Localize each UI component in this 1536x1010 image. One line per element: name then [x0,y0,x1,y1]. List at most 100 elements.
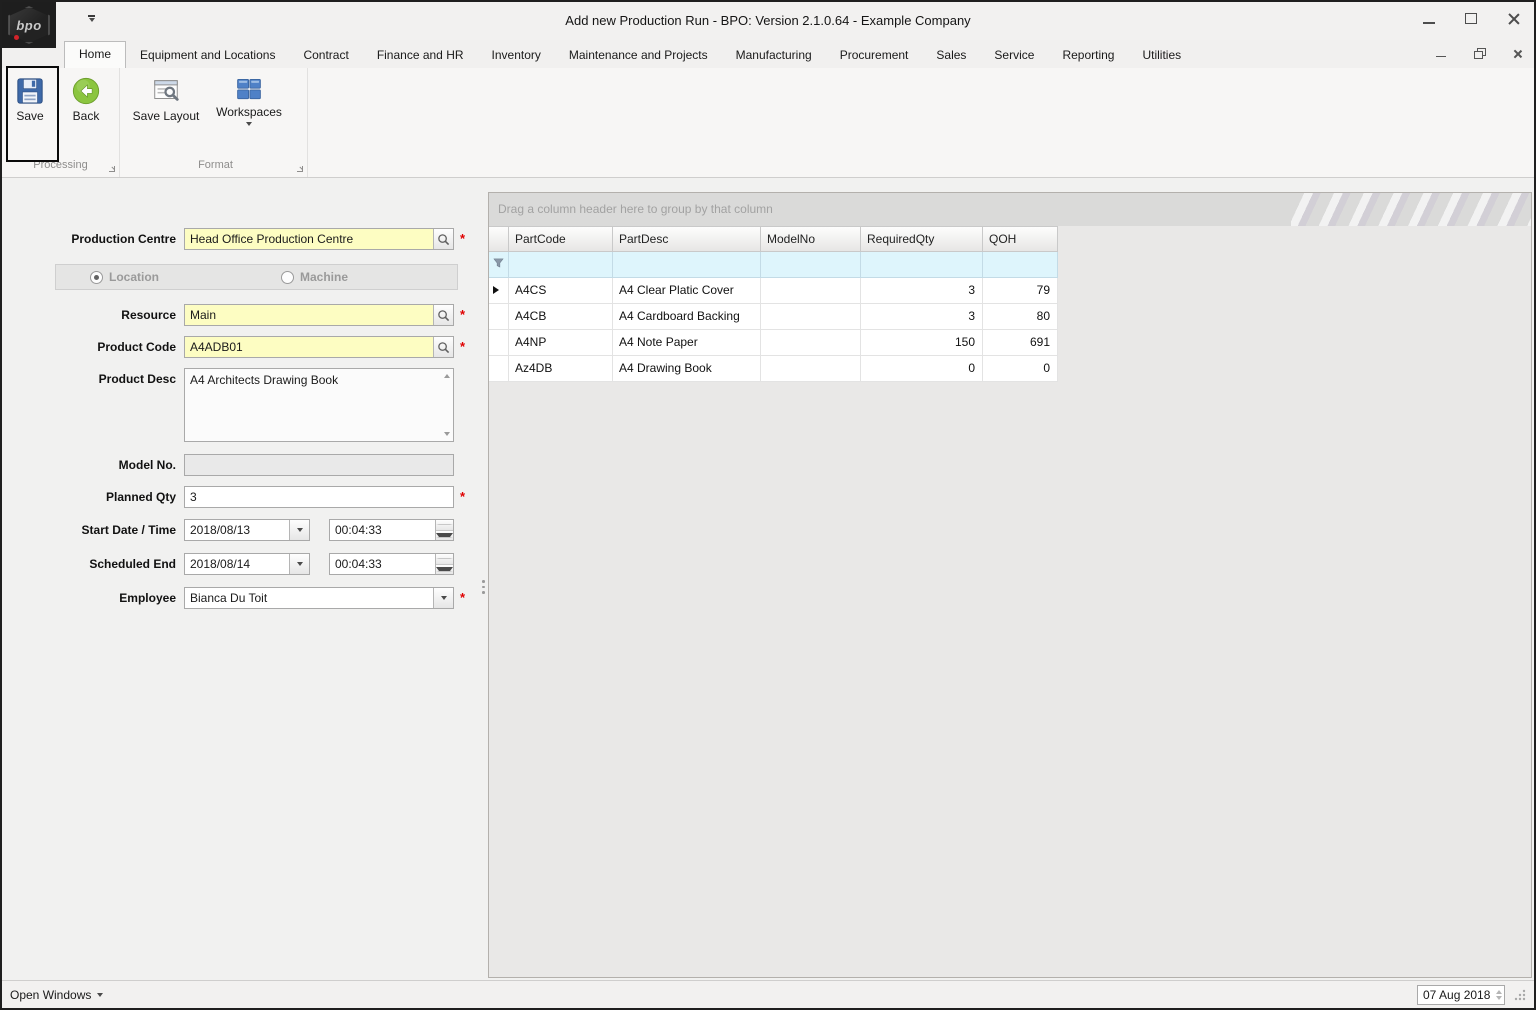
search-icon [438,309,450,321]
close-button[interactable] [1507,12,1520,25]
column-header-modelno[interactable]: ModelNo [761,226,861,252]
search-icon [438,233,450,245]
planned-qty-input[interactable]: 3 [184,486,454,508]
content-area: Production Centre Head Office Production… [2,178,1534,980]
minimize-button[interactable] [1423,21,1435,24]
end-time-spinner[interactable]: 00:04:33 [329,553,454,575]
product-code-lookup-button[interactable] [433,337,453,357]
filter-icon-cell [489,252,509,278]
product-desc-label: Product Desc [98,372,176,386]
resource-input[interactable]: Main [184,304,454,326]
table-row[interactable]: Az4DB A4 Drawing Book 0 0 [489,356,1058,382]
back-button[interactable]: Back [58,71,114,123]
dropdown-icon[interactable] [289,520,309,540]
scroll-down-icon[interactable] [444,432,450,436]
cell-partcode: A4CS [509,278,613,304]
spinner-down-icon[interactable] [436,564,453,574]
tab-service[interactable]: Service [980,42,1048,68]
current-row-icon [493,286,499,294]
start-date-select[interactable]: 2018/08/13 [184,519,310,541]
logo-text: bpo [16,17,42,33]
panel-splitter[interactable] [480,574,487,600]
radio-selected-icon [90,270,103,284]
column-header-partcode[interactable]: PartCode [509,226,613,252]
save-layout-button-label: Save Layout [132,109,200,123]
row-indicator [489,304,509,330]
required-asterisk: * [460,489,466,504]
filter-cell-requiredqty[interactable] [861,252,983,278]
open-windows-button[interactable]: Open Windows [10,988,104,1002]
date-spinner-up-icon[interactable] [1496,989,1502,994]
filter-cell-partdesc[interactable] [613,252,761,278]
scroll-up-icon[interactable] [444,374,450,378]
maximize-button[interactable] [1465,13,1477,24]
tab-inventory[interactable]: Inventory [478,42,555,68]
resource-lookup-button[interactable] [433,305,453,325]
spinner-up-icon[interactable] [436,554,453,565]
status-date-value: 07 Aug 2018 [1423,987,1491,1002]
dialog-launcher-icon[interactable] [296,165,303,172]
dropdown-icon[interactable] [433,588,453,608]
group-by-hint: Drag a column header here to group by th… [498,202,773,216]
required-asterisk: * [460,339,466,354]
parts-grid: Drag a column header here to group by th… [488,192,1532,978]
column-header-qoh[interactable]: QOH [983,226,1058,252]
tab-reporting[interactable]: Reporting [1048,42,1128,68]
status-date-field[interactable]: 07 Aug 2018 [1417,984,1505,1005]
tab-manufacturing[interactable]: Manufacturing [722,42,826,68]
workspaces-button[interactable]: Workspaces [208,71,290,126]
tab-sales[interactable]: Sales [922,42,980,68]
cell-modelno [761,304,861,330]
spinner-up-icon[interactable] [436,520,453,531]
model-no-input[interactable] [184,454,454,476]
dialog-launcher-icon[interactable] [108,165,115,172]
group-by-panel[interactable]: Drag a column header here to group by th… [489,193,1531,226]
machine-radio[interactable]: Machine [281,270,348,284]
status-bar: Open Windows 07 Aug 2018 [2,980,1534,1008]
production-centre-label: Production Centre [71,232,176,246]
save-button[interactable]: Save [2,71,58,123]
tab-home[interactable]: Home [64,41,127,68]
document-restore-button[interactable] [1474,48,1486,59]
product-desc-textarea[interactable]: A4 Architects Drawing Book [184,368,454,442]
workspaces-dropdown-icon[interactable] [246,122,252,126]
cell-modelno [761,278,861,304]
title-bar: bpo Add new Production Run - BPO: Versio… [2,2,1534,48]
tab-utilities[interactable]: Utilities [1128,42,1195,68]
filter-cell-partcode[interactable] [509,252,613,278]
document-close-button[interactable] [1513,49,1522,58]
employee-select[interactable]: Bianca Du Toit [184,587,454,609]
scheduled-end-label: Scheduled End [89,557,176,571]
cell-qoh: 80 [983,304,1058,330]
document-minimize-button[interactable] [1436,55,1446,58]
production-centre-lookup-button[interactable] [433,229,453,249]
cell-partdesc: A4 Drawing Book [613,356,761,382]
production-centre-input[interactable]: Head Office Production Centre [184,228,454,250]
filter-cell-qoh[interactable] [983,252,1058,278]
dropdown-icon[interactable] [289,554,309,574]
start-time-spinner[interactable]: 00:04:33 [329,519,454,541]
resize-grip-icon[interactable] [1513,988,1526,1001]
end-date-select[interactable]: 2018/08/14 [184,553,310,575]
location-radio[interactable]: Location [90,270,159,284]
product-code-input[interactable]: A4ADB01 [184,336,454,358]
save-layout-button[interactable]: Save Layout [124,71,208,123]
table-row[interactable]: A4CS A4 Clear Platic Cover 3 79 [489,278,1058,304]
filter-cell-modelno[interactable] [761,252,861,278]
cell-partcode: Az4DB [509,356,613,382]
resource-label: Resource [121,308,176,322]
table-row[interactable]: A4NP A4 Note Paper 150 691 [489,330,1058,356]
tab-procurement[interactable]: Procurement [826,42,923,68]
tab-contract[interactable]: Contract [289,42,362,68]
grid-header-row: PartCode PartDesc ModelNo RequiredQty QO… [489,226,1058,252]
ribbon-group-processing-label: Processing [33,159,88,171]
employee-label: Employee [119,591,176,605]
spinner-down-icon[interactable] [436,530,453,540]
tab-maintenance-and-projects[interactable]: Maintenance and Projects [555,42,722,68]
column-header-requiredqty[interactable]: RequiredQty [861,226,983,252]
date-spinner-down-icon[interactable] [1496,995,1502,1000]
column-header-partdesc[interactable]: PartDesc [613,226,761,252]
table-row[interactable]: A4CB A4 Cardboard Backing 3 80 [489,304,1058,330]
tab-equipment-and-locations[interactable]: Equipment and Locations [126,42,289,68]
tab-finance-and-hr[interactable]: Finance and HR [363,42,478,68]
